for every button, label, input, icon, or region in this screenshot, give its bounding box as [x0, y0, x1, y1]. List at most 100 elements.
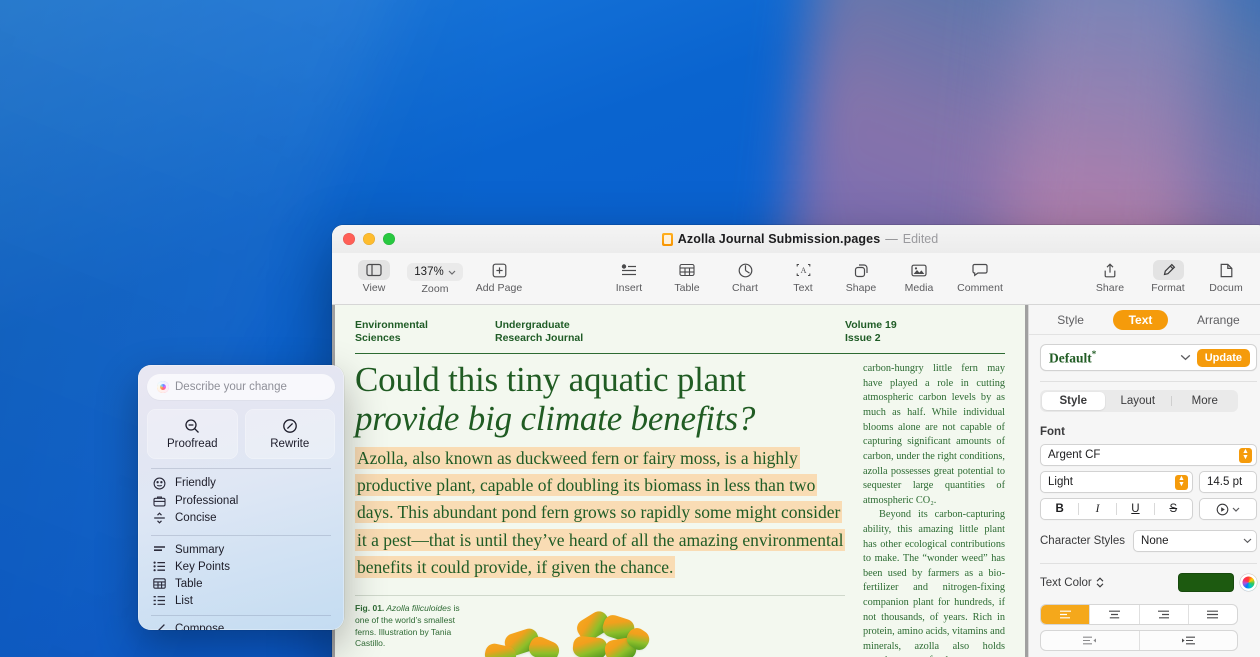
format-summary[interactable]: Summary	[147, 541, 335, 558]
document-page[interactable]: Environmental Sciences Undergraduate Res…	[335, 305, 1025, 657]
text-subtabs[interactable]: Style Layout More	[1040, 390, 1238, 412]
align-left-button[interactable]	[1041, 605, 1090, 624]
right-column-paragraph-1: carbon-hungry little fern may have playe…	[863, 363, 1005, 506]
format-button[interactable]: Format	[1140, 256, 1196, 294]
pencil-icon	[152, 623, 166, 630]
italic-button[interactable]: I	[1079, 503, 1116, 515]
format-table[interactable]: Table	[147, 575, 335, 592]
chart-button[interactable]: Chart	[717, 256, 773, 294]
share-icon	[1103, 260, 1117, 280]
format-list[interactable]: List	[147, 592, 335, 609]
figure-caption-species: Azolla filiculoides	[384, 603, 452, 614]
media-label: Media	[904, 282, 934, 294]
headline-line-1: Could this tiny aquatic plant	[355, 360, 746, 400]
shape-button[interactable]: Shape	[833, 256, 889, 294]
add-page-label: Add Page	[475, 282, 523, 294]
bold-italic-underline-group[interactable]: B I U S	[1040, 498, 1193, 520]
proofread-label: Proofread	[166, 438, 218, 450]
window-content: Environmental Sciences Undergraduate Res…	[332, 305, 1260, 657]
font-weight-stepper[interactable]: ▲ ▼	[1175, 474, 1188, 490]
align-left-icon	[1059, 610, 1071, 619]
compose-button[interactable]: Compose...	[147, 620, 335, 630]
writing-tools-popover[interactable]: Describe your change Proofread Rewrite F…	[138, 365, 344, 630]
rewrite-button[interactable]: Rewrite	[244, 409, 335, 459]
subtab-style[interactable]: Style	[1042, 392, 1105, 410]
font-size-field[interactable]: 14.5 pt	[1199, 471, 1257, 493]
apple-intelligence-icon	[157, 381, 169, 393]
text-button[interactable]: A Text	[775, 256, 831, 294]
font-family-field[interactable]: Argent CF ▲ ▼	[1040, 444, 1257, 466]
writing-tools-actions: Proofread Rewrite	[147, 409, 335, 459]
media-button[interactable]: Media	[891, 256, 947, 294]
inspector-segmented-control[interactable]: Style Text Arrange	[1029, 305, 1260, 335]
character-styles-select[interactable]: None	[1133, 530, 1257, 552]
journal-dept-line2: Sciences	[355, 332, 401, 345]
journal-header: Environmental Sciences Undergraduate Res…	[355, 319, 1005, 353]
align-center-button[interactable]	[1089, 605, 1138, 624]
page-columns: Could this tiny aquatic plant provide bi…	[355, 354, 1005, 657]
tab-style[interactable]: Style	[1041, 310, 1100, 330]
align-right-button[interactable]	[1138, 605, 1188, 624]
chevron-down-icon[interactable]	[1180, 354, 1191, 361]
comment-button[interactable]: Comment	[949, 256, 1011, 294]
page-title: Could this tiny aquatic plant provide bi…	[355, 360, 845, 438]
toolbar-left-group: View 137% Zoom Add Page	[346, 256, 530, 295]
pages-document-icon	[661, 232, 673, 246]
text-color-swatch[interactable]	[1178, 573, 1234, 592]
chevron-down-icon	[448, 270, 456, 275]
document-canvas[interactable]: Environmental Sciences Undergraduate Res…	[332, 305, 1028, 657]
azolla-illustration[interactable]	[477, 603, 845, 657]
align-justify-button[interactable]	[1187, 605, 1237, 624]
minimize-button[interactable]	[363, 233, 375, 245]
proofread-button[interactable]: Proofread	[147, 409, 238, 459]
font-weight-field[interactable]: Light ▲ ▼	[1040, 471, 1193, 493]
traffic-lights[interactable]	[332, 233, 395, 245]
sidebar-icon	[358, 260, 390, 280]
desktop: Azolla Journal Submission.pages — Edited…	[0, 0, 1260, 657]
tone-concise[interactable]: Concise	[147, 509, 335, 526]
color-wheel-icon[interactable]	[1240, 574, 1257, 591]
indent-group[interactable]	[1040, 630, 1238, 651]
document-button[interactable]: Docum	[1198, 256, 1254, 294]
zoom-button[interactable]	[383, 233, 395, 245]
strikethrough-button[interactable]: S	[1155, 503, 1192, 515]
right-column-body[interactable]: carbon-hungry little fern may have playe…	[863, 360, 1005, 657]
font-style-size-row: Light ▲ ▼ 14.5 pt	[1040, 471, 1257, 493]
table-button[interactable]: Table	[659, 256, 715, 294]
view-button[interactable]: View	[346, 256, 402, 294]
describe-change-input[interactable]: Describe your change	[147, 374, 335, 400]
highlighted-text[interactable]: Azolla, also known as duckweed fern or f…	[355, 446, 846, 578]
toolbar-right-group: Share Format Docum	[1082, 256, 1254, 294]
subtab-layout[interactable]: Layout	[1107, 392, 1170, 410]
insert-label: Insert	[615, 282, 643, 294]
insert-button[interactable]: Insert	[601, 256, 657, 294]
selected-paragraph[interactable]: Azolla, also known as duckweed fern or f…	[355, 445, 846, 581]
text-effects-button[interactable]	[1199, 498, 1257, 520]
bold-button[interactable]: B	[1041, 503, 1078, 515]
increase-indent-icon	[1181, 636, 1195, 645]
svg-text:A: A	[800, 266, 806, 275]
format-key-points[interactable]: Key Points	[147, 558, 335, 575]
tab-text[interactable]: Text	[1112, 309, 1169, 330]
popover-divider-2	[151, 535, 331, 536]
text-color-label[interactable]: Text Color	[1040, 577, 1104, 589]
text-alignment-group[interactable]	[1040, 604, 1238, 625]
font-family-stepper[interactable]: ▲ ▼	[1239, 447, 1252, 463]
tone-friendly[interactable]: Friendly	[147, 474, 335, 492]
increase-indent-button[interactable]	[1138, 631, 1238, 650]
decrease-indent-button[interactable]	[1041, 631, 1139, 650]
tone-professional[interactable]: Professional	[147, 492, 335, 509]
paragraph-style-row[interactable]: Default* Update	[1040, 344, 1257, 371]
update-style-button[interactable]: Update	[1196, 348, 1250, 367]
updown-chevrons-icon	[1096, 577, 1104, 588]
share-button[interactable]: Share	[1082, 256, 1138, 294]
close-button[interactable]	[343, 233, 355, 245]
tab-arrange[interactable]: Arrange	[1181, 310, 1256, 330]
underline-button[interactable]: U	[1117, 503, 1154, 515]
zoom-control[interactable]: 137% Zoom	[404, 256, 466, 295]
add-page-button[interactable]: Add Page	[468, 256, 530, 294]
zoom-dropdown[interactable]: 137%	[407, 263, 463, 281]
text-color-controls[interactable]	[1178, 573, 1257, 592]
inspector-divider-2	[1040, 563, 1257, 564]
subtab-more[interactable]: More	[1174, 392, 1237, 410]
